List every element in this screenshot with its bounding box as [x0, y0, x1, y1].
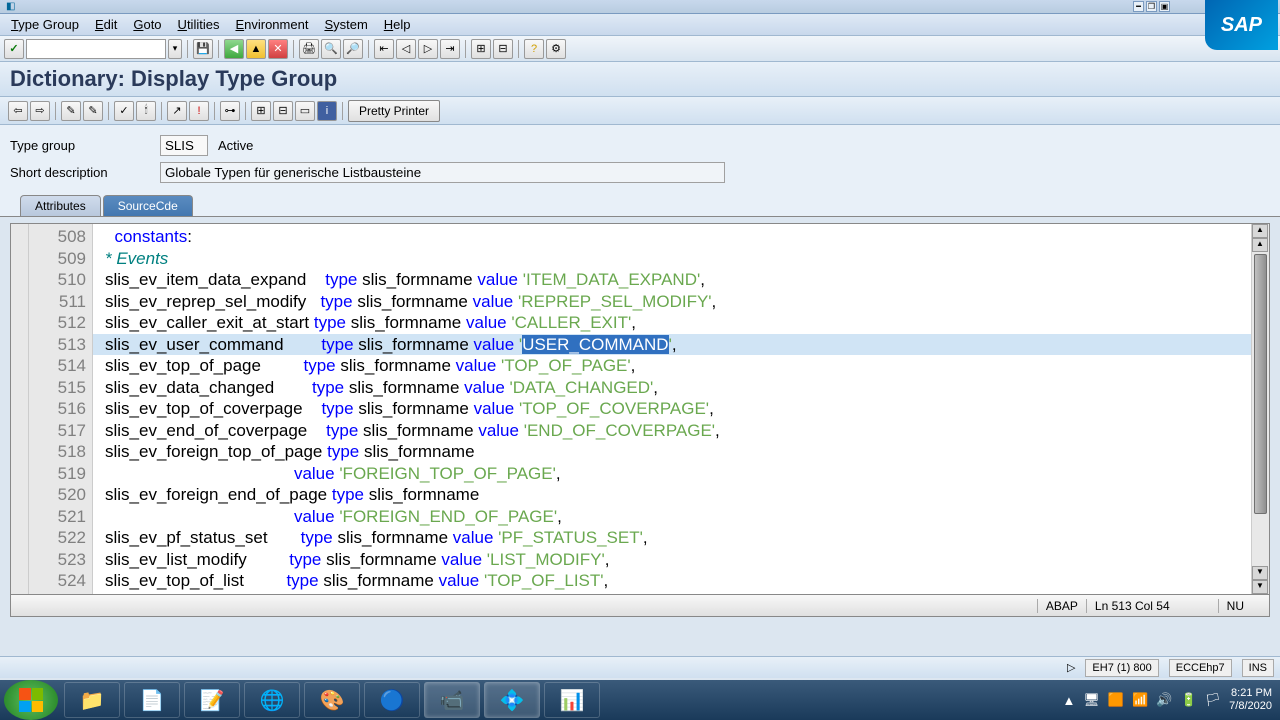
enter-button[interactable]: ✓	[4, 39, 24, 59]
shortcut-button[interactable]: ⊟	[493, 39, 513, 59]
find-button[interactable]: 🔍	[321, 39, 341, 59]
where-used-button[interactable]: ↗	[167, 101, 187, 121]
type-group-field[interactable]	[160, 135, 208, 156]
menu-edit[interactable]: Edit	[87, 15, 125, 34]
last-page-button[interactable]: ⇥	[440, 39, 460, 59]
tab-attributes[interactable]: Attributes	[20, 195, 101, 216]
insert-mode: INS	[1242, 659, 1274, 677]
nav-fwd-button[interactable]: ⇨	[30, 101, 50, 121]
taskbar-powerpoint[interactable]: 📊	[544, 682, 600, 718]
exit-button[interactable]: ▲	[246, 39, 266, 59]
tab-source-code[interactable]: SourceCde	[103, 195, 193, 216]
command-dropdown[interactable]: ▾	[168, 39, 182, 59]
scroll-up-button[interactable]: ▲	[1252, 224, 1268, 238]
window-title-bar: ◧ ━ ❐ ▣	[0, 0, 1280, 14]
taskbar-chrome[interactable]: 🌐	[244, 682, 300, 718]
editor-margin	[11, 224, 29, 594]
pretty-printer-button[interactable]: Pretty Printer	[348, 100, 440, 122]
back-button[interactable]: ◀	[224, 39, 244, 59]
concatenate-button[interactable]: ⊟	[273, 101, 293, 121]
editor-status-bar: ABAP Ln 513 Col 54 NU	[10, 595, 1270, 617]
tray-flag-icon[interactable]: 🏳	[1205, 692, 1222, 708]
short-desc-label: Short description	[10, 165, 160, 180]
menu-environment[interactable]: Environment	[227, 15, 316, 34]
tray-wifi-icon[interactable]: 📶	[1132, 692, 1148, 708]
nav-back-button[interactable]: ⇦	[8, 101, 28, 121]
menu-system[interactable]: System	[316, 15, 375, 34]
host-info: ECCEhp7	[1169, 659, 1232, 677]
print-button[interactable]: 🖨	[299, 39, 319, 59]
check-button[interactable]: ✓	[114, 101, 134, 121]
nav-arrow-icon[interactable]: ▷	[1067, 661, 1075, 674]
type-group-label: Type group	[10, 138, 160, 153]
other-object-button[interactable]: ✎	[83, 101, 103, 121]
menu-goto[interactable]: Goto	[125, 15, 169, 34]
minimize-button[interactable]: ━	[1133, 1, 1144, 12]
menu-help[interactable]: Help	[376, 15, 419, 34]
code-area[interactable]: constants:* Eventsslis_ev_item_data_expa…	[93, 224, 1251, 594]
tray-clock[interactable]: 8:21 PM7/8/2020	[1229, 687, 1272, 713]
start-button[interactable]	[4, 680, 58, 720]
tray-volume-icon[interactable]: 🔊	[1156, 692, 1172, 708]
mode-indicator: NU	[1218, 599, 1252, 613]
info-button[interactable]: i	[317, 101, 337, 121]
layout-button[interactable]: ⚙	[546, 39, 566, 59]
display-change-button[interactable]: ✎	[61, 101, 81, 121]
close-button-small[interactable]: ▣	[1159, 1, 1170, 12]
app-icon: ◧	[6, 1, 15, 12]
pattern-button[interactable]: ⊞	[251, 101, 271, 121]
taskbar-paint[interactable]: 🎨	[304, 682, 360, 718]
lang-indicator: ABAP	[1037, 599, 1086, 613]
new-session-button[interactable]: ⊞	[471, 39, 491, 59]
first-page-button[interactable]: ⇤	[374, 39, 394, 59]
tray-app-icon[interactable]: 🟧	[1108, 692, 1124, 708]
tray-show-hidden-icon[interactable]: ▲	[1063, 693, 1076, 708]
restore-button[interactable]: ❐	[1146, 1, 1157, 12]
code-editor[interactable]: 5085095105115125135145155165175185195205…	[10, 223, 1270, 595]
standard-toolbar: ✓ ▾ 💾 ◀ ▲ ✕ 🖨 🔍 🔎 ⇤ ◁ ▷ ⇥ ⊞ ⊟ ? ⚙	[0, 36, 1280, 62]
menu-bar: Type Group Edit Goto Utilities Environme…	[0, 14, 1280, 36]
tab-strip: Attributes SourceCde	[0, 195, 1280, 217]
cursor-position: Ln 513 Col 54	[1086, 599, 1178, 613]
system-info[interactable]: EH7 (1) 800	[1085, 659, 1158, 677]
tray-network-icon[interactable]: 🖥	[1083, 692, 1100, 708]
command-field[interactable]	[26, 39, 166, 59]
save-button[interactable]: 💾	[193, 39, 213, 59]
taskbar-sap[interactable]: 💠	[484, 682, 540, 718]
line-numbers: 5085095105115125135145155165175185195205…	[29, 224, 93, 594]
tray-battery-icon[interactable]: 🔋	[1180, 692, 1196, 708]
short-desc-field[interactable]	[160, 162, 725, 183]
scroll-up-button-2[interactable]: ▲	[1252, 238, 1268, 252]
prev-page-button[interactable]: ◁	[396, 39, 416, 59]
next-page-button[interactable]: ▷	[418, 39, 438, 59]
scroll-down-button[interactable]: ▼	[1252, 566, 1268, 580]
app-toolbar: ⇦ ⇨ ✎ ✎ ✓ 🕯 ↗ ! ⊶ ⊞ ⊟ ▭ i Pretty Printer	[0, 97, 1280, 125]
taskbar-explorer[interactable]: 📁	[64, 682, 120, 718]
find-next-button[interactable]: 🔎	[343, 39, 363, 59]
display-object-button[interactable]: !	[189, 101, 209, 121]
windows-taskbar: 📁 📄 📝 🌐 🎨 🔵 📹 💠 📊 ▲ 🖥 🟧 📶 🔊 🔋 🏳 8:21 PM7…	[0, 680, 1280, 720]
header-form: Type group Active Short description	[0, 125, 1280, 195]
system-tray: ▲ 🖥 🟧 📶 🔊 🔋 🏳 8:21 PM7/8/2020	[1063, 687, 1280, 713]
help-button[interactable]: ?	[524, 39, 544, 59]
taskbar-app1[interactable]: 🔵	[364, 682, 420, 718]
scroll-thumb[interactable]	[1254, 254, 1267, 514]
activate-button[interactable]: 🕯	[136, 101, 156, 121]
scrollbar[interactable]: ▲ ▲ ▼ ▼	[1251, 224, 1269, 594]
split-button[interactable]: ▭	[295, 101, 315, 121]
cancel-button[interactable]: ✕	[268, 39, 288, 59]
taskbar-notepad[interactable]: 📄	[124, 682, 180, 718]
sap-status-bar: ▷ EH7 (1) 800 ECCEhp7 INS	[0, 656, 1280, 678]
page-title: Dictionary: Display Type Group	[0, 62, 1280, 97]
taskbar-wordpad[interactable]: 📝	[184, 682, 240, 718]
scroll-down-button-2[interactable]: ▼	[1252, 580, 1268, 594]
taskbar-zoom[interactable]: 📹	[424, 682, 480, 718]
menu-utilities[interactable]: Utilities	[170, 15, 228, 34]
status-text: Active	[218, 138, 253, 153]
sap-logo: SAP	[1205, 0, 1278, 50]
breakpoint-button[interactable]: ⊶	[220, 101, 240, 121]
menu-type-group[interactable]: Type Group	[3, 15, 87, 34]
